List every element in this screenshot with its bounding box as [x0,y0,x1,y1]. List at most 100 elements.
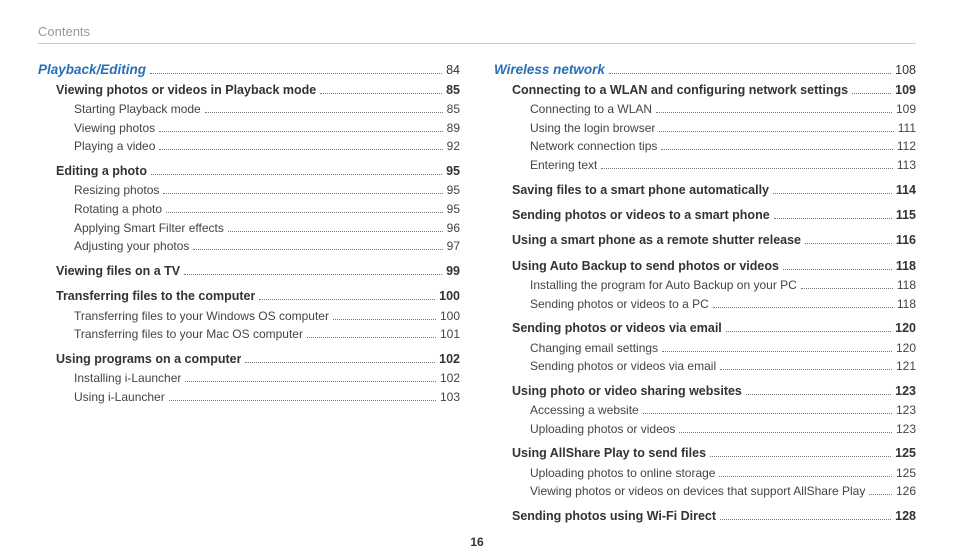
toc-entry[interactable]: Adjusting your photos97 [74,237,460,256]
toc-entry-page: 109 [895,81,916,100]
toc-entry[interactable]: Connecting to a WLAN and configuring net… [512,81,916,100]
toc-leader-dots [333,319,436,320]
toc-entry-page: 102 [439,350,460,369]
toc-entry-page: 125 [896,464,916,483]
toc-entry[interactable]: Starting Playback mode85 [74,100,460,119]
toc-entry[interactable]: Using programs on a computer102 [56,350,460,369]
toc-columns: Playback/Editing84Viewing photos or vide… [38,60,916,526]
toc-entry[interactable]: Installing i-Launcher 102 [74,369,460,388]
toc-entry[interactable]: Applying Smart Filter effects96 [74,219,460,238]
toc-entry[interactable]: Installing the program for Auto Backup o… [530,276,916,295]
toc-entry-label: Connecting to a WLAN and configuring net… [512,81,848,100]
toc-leader-dots [656,112,892,113]
toc-entry-page: 123 [896,420,916,439]
toc-entry[interactable]: Viewing photos 89 [74,119,460,138]
toc-entry[interactable]: Viewing files on a TV99 [56,262,460,281]
toc-entry-label: Sending photos or videos to a smart phon… [512,206,770,225]
toc-leader-dots [185,381,436,382]
toc-entry[interactable]: Uploading photos or videos 123 [530,420,916,439]
toc-entry[interactable]: Playback/Editing84 [38,60,460,81]
toc-entry-page: 120 [896,339,916,358]
header-rule [38,43,916,44]
toc-leader-dots [643,413,892,414]
toc-entry[interactable]: Using i-Launcher103 [74,388,460,407]
toc-leader-dots [713,307,893,308]
toc-entry-page: 102 [440,369,460,388]
toc-entry-label: Adjusting your photos [74,237,189,256]
toc-entry[interactable]: Viewing photos or videos in Playback mod… [56,81,460,100]
toc-entry-label: Resizing photos [74,181,159,200]
toc-leader-dots [662,351,892,352]
toc-leader-dots [307,337,436,338]
toc-entry-page: 100 [440,307,460,326]
toc-entry[interactable]: Uploading photos to online storage125 [530,464,916,483]
toc-leader-dots [720,369,892,370]
toc-leader-dots [163,193,442,194]
toc-leader-dots [852,93,891,94]
toc-entry-label: Sending photos using Wi-Fi Direct [512,507,716,526]
toc-entry[interactable]: Transferring files to the computer100 [56,287,460,306]
toc-entry-page: 103 [440,388,460,407]
toc-entry-label: Using a smart phone as a remote shutter … [512,231,801,250]
toc-entry[interactable]: Wireless network108 [494,60,916,81]
toc-entry-page: 125 [895,444,916,463]
toc-entry[interactable]: Rotating a photo95 [74,200,460,219]
toc-entry-label: Using photo or video sharing websites [512,382,742,401]
toc-entry[interactable]: Using photo or video sharing websites123 [512,382,916,401]
toc-entry-label: Connecting to a WLAN [530,100,652,119]
toc-leader-dots [720,519,891,520]
toc-entry-page: 109 [896,100,916,119]
toc-entry-page: 120 [895,319,916,338]
toc-leader-dots [869,494,892,495]
toc-entry-label: Applying Smart Filter effects [74,219,224,238]
toc-entry[interactable]: Sending photos or videos to a PC118 [530,295,916,314]
toc-leader-dots [661,149,892,150]
toc-leader-dots [159,131,442,132]
toc-entry[interactable]: Transferring files to your Windows OS co… [74,307,460,326]
page-header: Contents [38,24,916,39]
toc-entry-page: 95 [447,200,460,219]
toc-entry[interactable]: Accessing a website123 [530,401,916,420]
toc-entry-label: Using AllShare Play to send files [512,444,706,463]
toc-entry[interactable]: Resizing photos 95 [74,181,460,200]
toc-entry[interactable]: Network connection tips112 [530,137,916,156]
toc-entry[interactable]: Sending photos or videos via email120 [512,319,916,338]
toc-entry[interactable]: Connecting to a WLAN 109 [530,100,916,119]
toc-leader-dots [719,476,892,477]
toc-entry[interactable]: Sending photos or videos to a smart phon… [512,206,916,225]
toc-leader-dots [169,400,436,401]
toc-entry[interactable]: Sending photos using Wi-Fi Direct128 [512,507,916,526]
toc-entry[interactable]: Transferring files to your Mac OS comput… [74,325,460,344]
toc-entry[interactable]: Sending photos or videos via email121 [530,357,916,376]
toc-leader-dots [166,212,443,213]
toc-entry[interactable]: Using a smart phone as a remote shutter … [512,231,916,250]
toc-entry-page: 92 [447,137,460,156]
toc-entry-label: Installing i-Launcher [74,369,181,388]
toc-entry[interactable]: Using Auto Backup to send photos or vide… [512,257,916,276]
toc-leader-dots [774,218,892,219]
toc-entry-label: Saving files to a smart phone automatica… [512,181,769,200]
toc-entry-page: 116 [896,231,916,250]
toc-entry-page: 95 [446,162,460,181]
toc-entry[interactable]: Saving files to a smart phone automatica… [512,181,916,200]
toc-entry[interactable]: Using the login browser111 [530,119,916,138]
toc-entry-page: 114 [896,181,916,200]
toc-entry[interactable]: Playing a video92 [74,137,460,156]
toc-entry[interactable]: Viewing photos or videos on devices that… [530,482,916,501]
toc-leader-dots [228,231,443,232]
toc-entry-page: 85 [446,81,460,100]
toc-entry-label: Viewing photos [74,119,155,138]
toc-entry[interactable]: Entering text113 [530,156,916,175]
toc-entry-page: 123 [896,401,916,420]
toc-entry-label: Uploading photos or videos [530,420,675,439]
toc-entry-page: 89 [447,119,460,138]
toc-leader-dots [151,174,442,175]
toc-entry[interactable]: Changing email settings120 [530,339,916,358]
toc-entry-page: 101 [440,325,460,344]
toc-entry-page: 95 [447,181,460,200]
toc-entry-page: 121 [896,357,916,376]
toc-entry[interactable]: Using AllShare Play to send files 125 [512,444,916,463]
toc-entry[interactable]: Editing a photo95 [56,162,460,181]
toc-entry-label: Starting Playback mode [74,100,201,119]
toc-entry-label: Playback/Editing [38,60,146,81]
